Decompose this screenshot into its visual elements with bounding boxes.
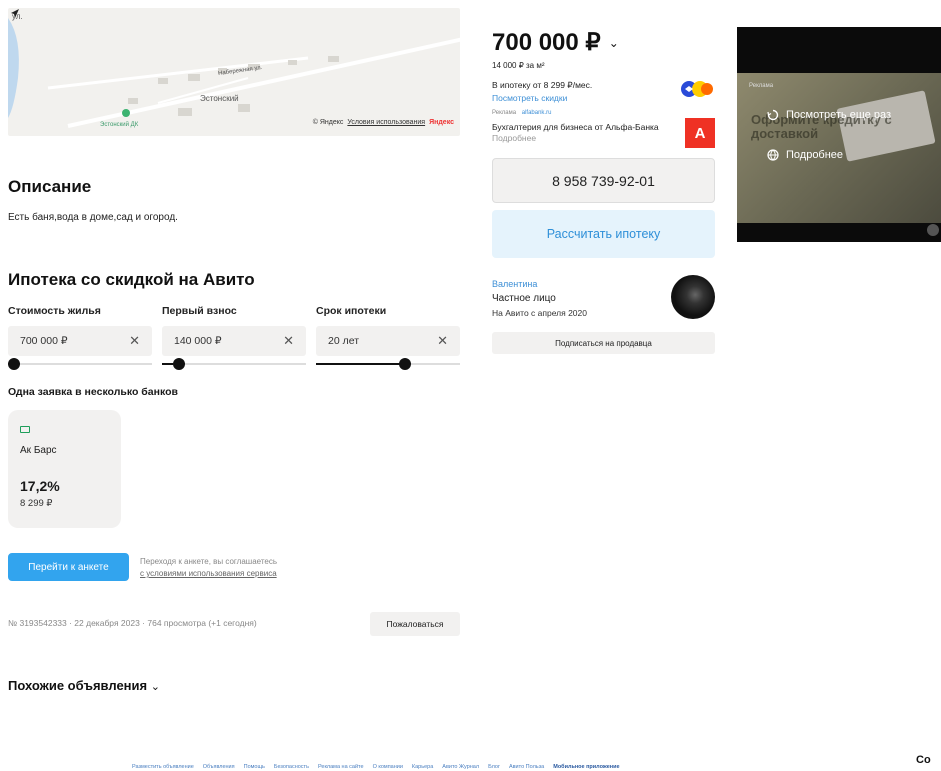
down-payment-slider-handle[interactable] [172, 358, 185, 370]
footer-link[interactable]: Помощь [244, 764, 265, 770]
bank-name: Ак Барс [20, 445, 57, 456]
footer-link[interactable]: Блог [488, 764, 500, 770]
similar-listings-toggle[interactable]: Похожие объявления ⌄ [8, 678, 160, 693]
location-map[interactable]: ул. Набережная ул. Эстонский Эстонский Д… [8, 8, 460, 136]
bank-offer-card[interactable]: Ак Барс 17,2% 8 299 ₽ [8, 410, 121, 528]
alfa-bank-logo-icon[interactable]: А [685, 118, 715, 148]
map-poi-label: Эстонский ДК [100, 122, 139, 128]
footer-link[interactable]: О компании [373, 764, 403, 770]
agreement-note: Переходя к анкете, вы соглашаетесь с усл… [140, 556, 277, 580]
clear-term-icon[interactable]: ✕ [437, 333, 448, 349]
down-payment-field[interactable]: 140 000 ₽ ✕ [162, 326, 306, 356]
bank-rate: 17,2% [20, 478, 60, 494]
term-field-label: Срок ипотеки [316, 305, 387, 317]
term-field-value[interactable]: 20 лет [328, 335, 359, 347]
similar-listings-title: Похожие объявления [8, 678, 148, 693]
listing-price: 700 000 ₽ [492, 29, 601, 56]
ad-line: Реклама alfabank.ru [492, 110, 551, 116]
description-title: Описание [8, 177, 92, 196]
footer-link[interactable]: Авито Пользa [509, 764, 544, 770]
see-discounts-link[interactable]: Посмотреть скидки [492, 93, 567, 103]
ad-more-link[interactable]: Подробнее [492, 133, 536, 143]
footer-link[interactable]: Разместить объявление [132, 764, 194, 770]
footer-corner-text: Co [916, 754, 931, 766]
mortgage-offer-line: В ипотеку от 8 299 ₽/мес. [492, 80, 593, 90]
down-payment-slider-fill [162, 363, 174, 365]
footer-link[interactable]: Безопасность [274, 764, 309, 770]
show-phone-button[interactable]: 8 958 739-92-01 [492, 158, 715, 203]
price-chevron-icon[interactable]: ⌄ [609, 36, 619, 50]
globe-icon [767, 149, 779, 161]
seller-avatar[interactable] [671, 275, 715, 319]
seller-name-link[interactable]: Валентина [492, 279, 537, 289]
price-slider-handle[interactable] [8, 358, 20, 370]
video-ad[interactable]: Реклама Оформите кредитку с доставкой По… [737, 27, 941, 242]
down-payment-field-label: Первый взнос [162, 305, 237, 317]
mortgage-partner-logo-icon [681, 81, 713, 97]
down-payment-field-value[interactable]: 140 000 ₽ [174, 335, 222, 347]
video-ad-tag: Реклама [749, 83, 774, 89]
agreement-text: Переходя к анкете, вы соглашаетесь [140, 557, 278, 566]
listing-meta: № 3193542333 · 22 декабря 2023 · 764 про… [8, 618, 257, 628]
seller-type: Частное лицо [492, 293, 556, 304]
ad-title-text: Бухгалтерия для бизнеса от Альфа-Банка [492, 122, 659, 132]
ad-domain-link[interactable]: alfabank.ru [522, 110, 552, 116]
clear-price-icon[interactable]: ✕ [129, 333, 140, 349]
map-village-label: Эстонский [200, 94, 239, 103]
replay-label: Посмотреть еще раз [786, 109, 892, 121]
banks-title: Одна заявка в несколько банков [8, 386, 178, 398]
subscribe-seller-button[interactable]: Подписаться на продавца [492, 332, 715, 354]
footer-links: Разместить объявление Объявления Помощь … [132, 764, 620, 770]
footer-mobile-app-link[interactable]: Мобильное приложение [553, 764, 619, 770]
go-to-application-button[interactable]: Перейти к анкете [8, 553, 129, 581]
replay-button[interactable]: Посмотреть еще раз [767, 109, 891, 121]
clear-down-payment-icon[interactable]: ✕ [283, 333, 294, 349]
seller-since: На Авито с апреля 2020 [492, 308, 587, 318]
ad-label: Реклама [492, 110, 517, 116]
map-copyright: © Яндекс [312, 119, 344, 126]
mortgage-title: Ипотека со скидкой на Авито [8, 270, 255, 289]
footer-link[interactable]: Авито Журнал [442, 764, 479, 770]
bank-monthly-payment: 8 299 ₽ [20, 498, 53, 509]
video-frame: Реклама Оформите кредитку с доставкой [737, 73, 941, 223]
calculate-mortgage-button[interactable]: Рассчитать ипотеку [492, 210, 715, 258]
footer-link[interactable]: Карьера [412, 764, 433, 770]
price-field[interactable]: 700 000 ₽ ✕ [8, 326, 152, 356]
price-field-label: Стоимость жилья [8, 305, 101, 317]
video-corner-icon[interactable] [927, 224, 939, 236]
price-toggle[interactable]: 700 000 ₽ ⌄ [492, 28, 619, 57]
footer-link[interactable]: Объявления [203, 764, 235, 770]
bank-logo-icon [20, 426, 30, 433]
complain-button[interactable]: Пожаловаться [370, 612, 460, 636]
price-per-m2: 14 000 ₽ за м² [492, 61, 545, 70]
chevron-down-icon: ⌄ [150, 681, 160, 693]
footer-link[interactable]: Реклама на сайте [318, 764, 364, 770]
price-slider-track[interactable] [8, 363, 152, 365]
term-slider-handle[interactable] [399, 358, 412, 370]
terms-of-service-link[interactable]: с условиями использования сервиса [140, 568, 277, 580]
video-details-button[interactable]: Подробнее [767, 149, 843, 161]
replay-icon [767, 109, 779, 121]
navigation-arrow-icon[interactable] [8, 8, 20, 20]
term-slider-fill [316, 363, 403, 365]
ad-title[interactable]: Бухгалтерия для бизнеса от Альфа-Банка П… [492, 122, 672, 144]
map-brand-logo[interactable]: Яндекс [429, 119, 454, 126]
map-terms-link[interactable]: Условия использования [347, 119, 425, 126]
video-details-label: Подробнее [786, 149, 844, 161]
price-field-value[interactable]: 700 000 ₽ [20, 335, 68, 347]
term-field[interactable]: 20 лет ✕ [316, 326, 460, 356]
description-text: Есть баня,вода в доме,сад и огород. [8, 212, 178, 223]
